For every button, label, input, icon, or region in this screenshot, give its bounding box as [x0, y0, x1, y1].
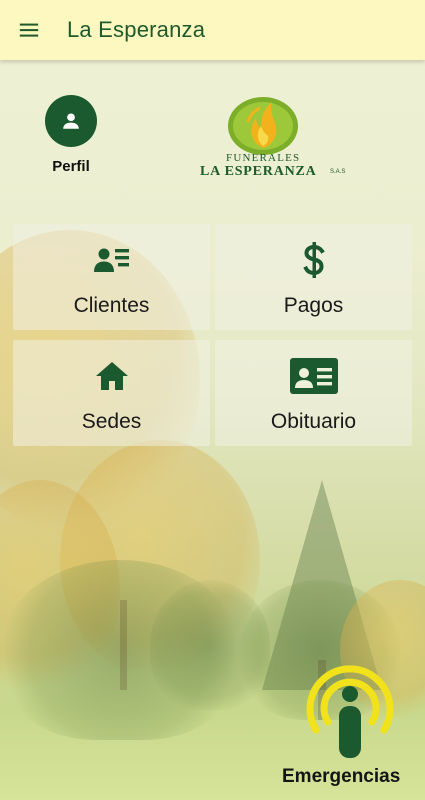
emergency-broadcast-icon [306, 665, 394, 758]
tile-pagos[interactable]: Pagos [215, 224, 412, 330]
company-logo: FUNERALES LA ESPERANZA S.A.S [198, 92, 348, 184]
person-icon [63, 113, 79, 129]
tile-label: Sedes [81, 410, 142, 433]
avatar [45, 95, 97, 147]
app-bar: La Esperanza [0, 0, 425, 60]
emergency-button[interactable]: Emergencias [282, 656, 422, 796]
home-icon [95, 362, 128, 390]
tile-obituario[interactable]: Obituario [215, 340, 412, 446]
tile-label: Pagos [283, 294, 344, 317]
logo-text-suffix: S.A.S [330, 169, 346, 175]
app-title: La Esperanza [67, 17, 206, 42]
flame-emblem-icon [228, 97, 298, 155]
profile-label: Perfil [52, 158, 90, 175]
clients-list-icon [93, 248, 129, 272]
menu-icon [19, 23, 39, 37]
tile-clientes[interactable]: Clientes [13, 224, 210, 330]
dollar-icon [302, 242, 325, 278]
logo-text-main: LA ESPERANZA [200, 164, 317, 179]
logo-text-top: FUNERALES [226, 152, 301, 164]
tile-sedes[interactable]: Sedes [13, 340, 210, 446]
menu-button[interactable] [0, 0, 58, 60]
id-card-icon [289, 358, 338, 394]
tile-label: Clientes [73, 294, 150, 317]
tile-label: Obituario [270, 410, 357, 433]
profile-button[interactable]: Perfil [40, 95, 102, 175]
emergency-label: Emergencias [282, 766, 401, 787]
